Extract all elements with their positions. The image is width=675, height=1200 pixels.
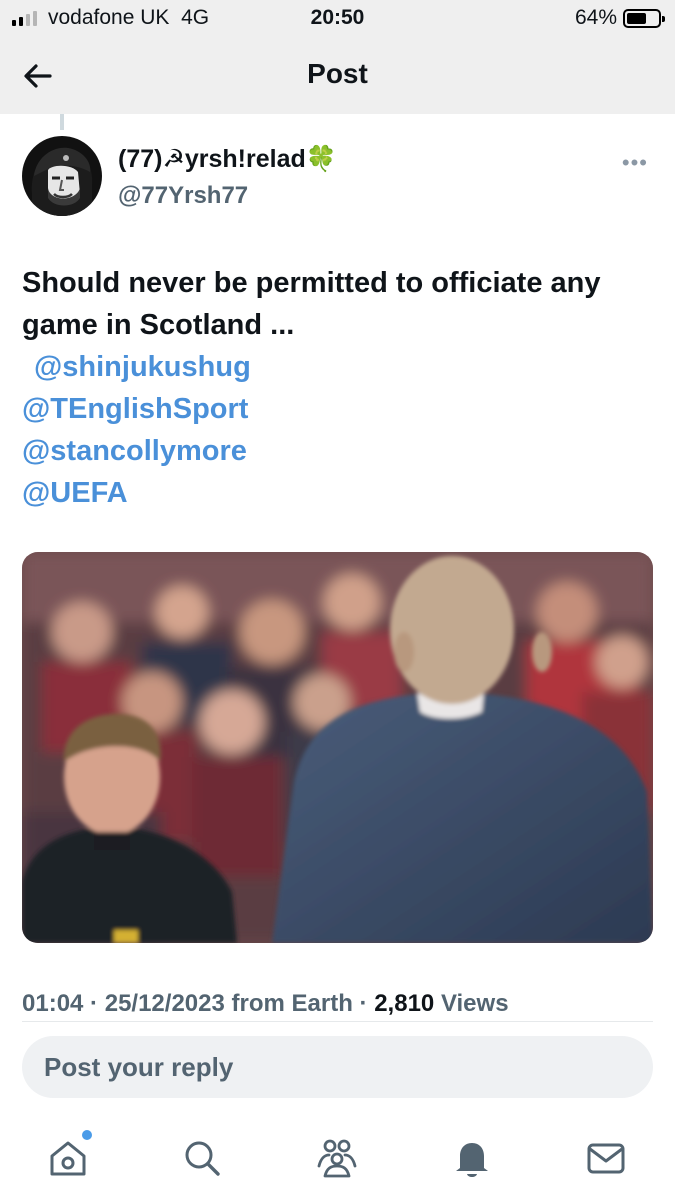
- post-source: from Earth: [231, 990, 353, 1017]
- battery-percentage: 64%: [574, 6, 617, 29]
- tab-home[interactable]: [46, 1130, 92, 1180]
- more-options-icon[interactable]: •••: [622, 150, 648, 176]
- mention-link[interactable]: @TEnglishSport: [22, 388, 251, 430]
- communities-icon: [317, 1139, 357, 1178]
- post-image[interactable]: [22, 552, 653, 943]
- bottom-tab-bar: [0, 1120, 675, 1200]
- header: Post: [0, 38, 675, 114]
- messages-icon: [587, 1143, 625, 1174]
- post-text: Should never be permitted to officiate a…: [22, 267, 601, 341]
- notifications-icon: [456, 1143, 488, 1177]
- thread-connector-line: [60, 114, 64, 130]
- clock: 20:50: [310, 6, 365, 29]
- mention-link[interactable]: @UEFA: [22, 472, 251, 514]
- reply-input[interactable]: Post your reply: [22, 1036, 653, 1098]
- views-count: 2,810: [374, 990, 435, 1017]
- post-author: (77)☭yrsh!relad🍀 @77Yrsh77 •••: [22, 136, 652, 220]
- author-display-name[interactable]: (77)☭yrsh!relad🍀: [118, 144, 337, 174]
- search-icon: [185, 1141, 220, 1176]
- mention-link[interactable]: @stancollymore: [22, 430, 251, 472]
- tab-notifications[interactable]: [450, 1136, 494, 1180]
- mention-link[interactable]: @shinjukushug: [22, 346, 251, 388]
- author-handle[interactable]: @77Yrsh77: [118, 182, 248, 210]
- tab-search[interactable]: [180, 1136, 224, 1180]
- views-label: Views: [440, 990, 509, 1017]
- mentions-list: @shinjukushug @TEnglishSport @stancollym…: [22, 346, 251, 514]
- battery-icon: [623, 9, 665, 28]
- notification-dot: [82, 1130, 92, 1140]
- tab-messages[interactable]: [584, 1136, 628, 1180]
- avatar[interactable]: [22, 136, 102, 216]
- post-date: 25/12/2023: [104, 990, 225, 1017]
- post-time: 01:04: [22, 990, 84, 1017]
- reply-placeholder: Post your reply: [44, 1052, 234, 1082]
- page-title: Post: [307, 58, 368, 89]
- post-metadata: 01:04 · 25/12/2023 from Earth · 2,810 Vi…: [22, 990, 509, 1017]
- home-icon: [50, 1141, 86, 1176]
- status-bar: vodafone UK 4G 20:50 64%: [0, 0, 675, 38]
- divider: [22, 1021, 653, 1022]
- tab-communities[interactable]: [315, 1136, 359, 1180]
